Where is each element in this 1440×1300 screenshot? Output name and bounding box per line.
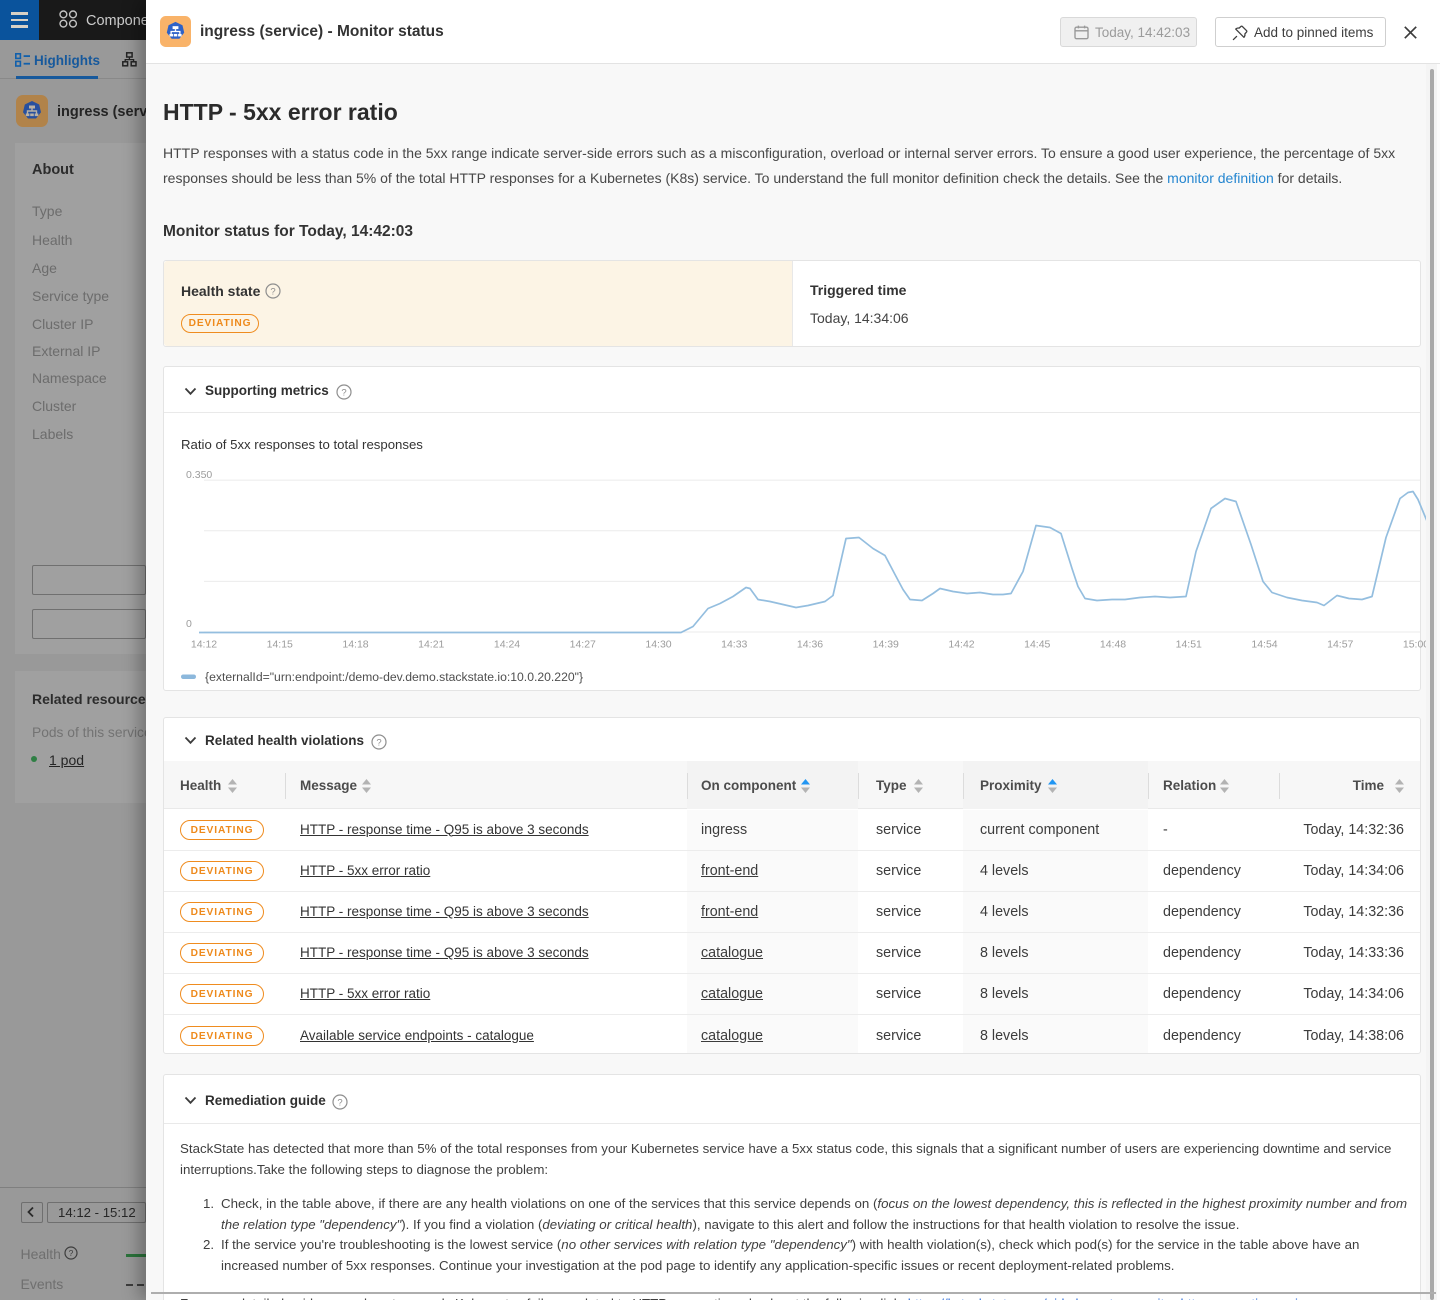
svg-text:14:21: 14:21	[418, 638, 444, 650]
svg-text:14:33: 14:33	[721, 638, 747, 650]
svg-text:?: ?	[69, 1248, 74, 1258]
svg-text:14:12: 14:12	[191, 638, 217, 650]
svg-text:14:54: 14:54	[1251, 638, 1277, 650]
svg-text:14:48: 14:48	[1100, 638, 1126, 650]
svg-text:14:57: 14:57	[1327, 638, 1353, 650]
svg-text:14:45: 14:45	[1024, 638, 1050, 650]
svg-text:?: ?	[270, 286, 275, 297]
svg-text:?: ?	[341, 387, 346, 398]
svg-text:14:36: 14:36	[797, 638, 823, 650]
svg-text:?: ?	[337, 1097, 342, 1108]
svg-text:14:24: 14:24	[494, 638, 520, 650]
svg-text:14:39: 14:39	[873, 638, 899, 650]
svg-text:0: 0	[186, 618, 192, 630]
svg-text:14:42: 14:42	[948, 638, 974, 650]
svg-text:14:51: 14:51	[1176, 638, 1202, 650]
svg-text:14:27: 14:27	[570, 638, 596, 650]
svg-text:14:30: 14:30	[645, 638, 671, 650]
svg-text:?: ?	[376, 737, 381, 748]
svg-text:14:18: 14:18	[342, 638, 368, 650]
svg-text:0.350: 0.350	[186, 469, 212, 481]
svg-text:14:15: 14:15	[267, 638, 293, 650]
svg-text:{externalId="urn:endpoint:/dem: {externalId="urn:endpoint:/demo-dev.demo…	[205, 670, 583, 684]
